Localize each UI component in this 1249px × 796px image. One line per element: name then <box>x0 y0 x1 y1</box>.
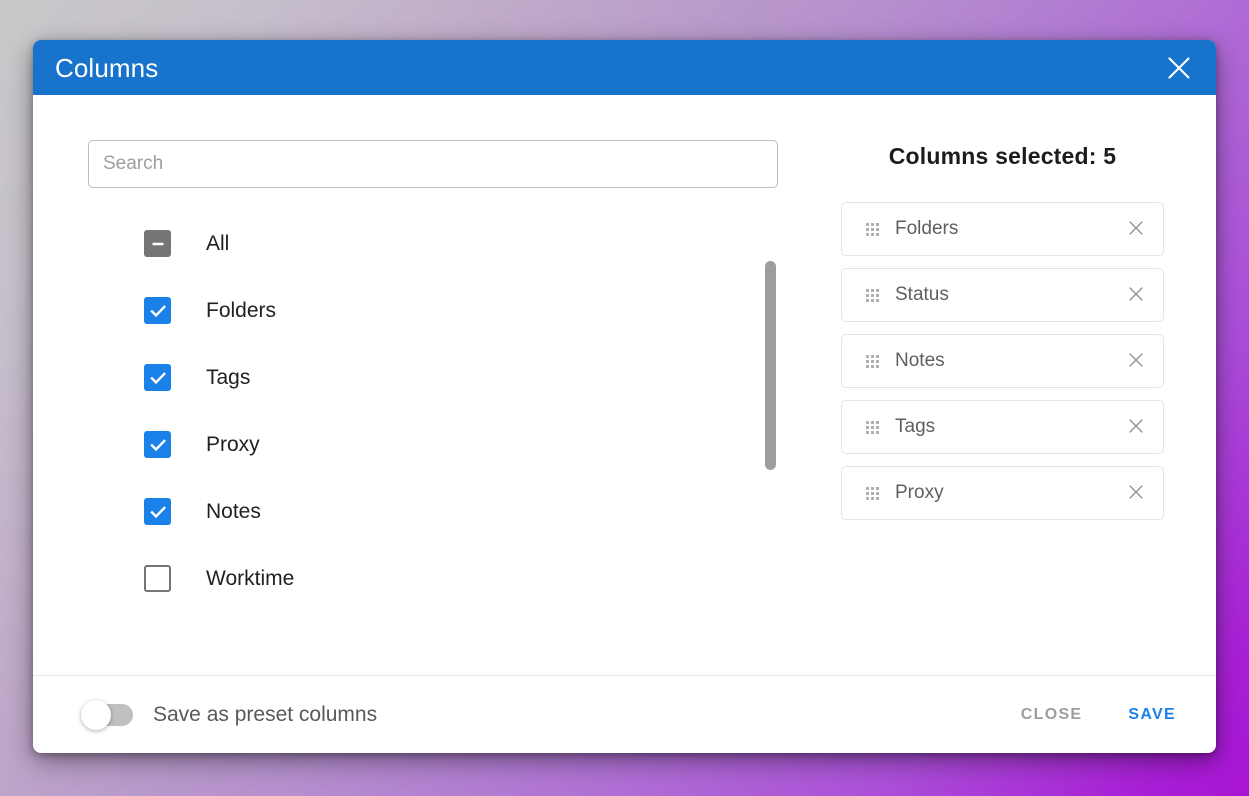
drag-handle-icon[interactable] <box>866 420 879 434</box>
checkbox-row-proxy[interactable]: Proxy <box>88 411 788 478</box>
save-button[interactable]: SAVE <box>1122 698 1182 732</box>
checkbox-checked-icon[interactable] <box>144 498 171 525</box>
preset-columns-toggle-label: Save as preset columns <box>153 702 378 726</box>
chip-label: Notes <box>895 350 945 371</box>
remove-column-button[interactable] <box>1123 414 1149 440</box>
chip-label: Tags <box>895 416 936 437</box>
close-icon <box>1127 417 1145 438</box>
scrollbar-thumb[interactable] <box>765 261 776 470</box>
drag-handle-icon[interactable] <box>866 288 879 302</box>
toggle-knob <box>81 699 111 730</box>
checkbox-checked-icon[interactable] <box>144 431 171 458</box>
close-icon <box>1127 285 1145 306</box>
dialog-header: Columns <box>33 40 1216 95</box>
selected-count-title: Columns selected: 5 <box>888 143 1117 169</box>
checkbox-label: Folders <box>206 298 277 322</box>
selected-columns-pane: Columns selected: 5 Folders Status Notes… <box>793 95 1216 675</box>
selected-column-chip[interactable]: Status <box>841 268 1164 322</box>
checkbox-row-worktime[interactable]: Worktime <box>88 545 788 612</box>
close-icon <box>1127 351 1145 372</box>
checkbox-row-notes[interactable]: Notes <box>88 478 788 545</box>
drag-handle-icon[interactable] <box>866 354 879 368</box>
close-icon <box>1127 483 1145 504</box>
close-icon <box>1127 219 1145 240</box>
remove-column-button[interactable] <box>1123 348 1149 374</box>
checkbox-indeterminate-icon[interactable] <box>144 230 171 257</box>
selected-column-chip[interactable]: Folders <box>841 202 1164 256</box>
columns-selection-pane: All Folders Tags <box>33 95 793 675</box>
remove-column-button[interactable] <box>1123 480 1149 506</box>
drag-handle-icon[interactable] <box>866 486 879 500</box>
remove-column-button[interactable] <box>1123 282 1149 308</box>
checkbox-label: Notes <box>206 499 261 523</box>
close-button[interactable]: CLOSE <box>1015 698 1089 732</box>
dialog-body: All Folders Tags <box>33 95 1216 675</box>
dialog-footer: Save as preset columns CLOSE SAVE <box>33 675 1216 753</box>
column-checkbox-list: All Folders Tags Proxy Notes Worktime <box>88 210 788 612</box>
checkbox-unchecked-icon[interactable] <box>144 565 171 592</box>
drag-handle-icon[interactable] <box>866 222 879 236</box>
selected-columns-list: Folders Status Notes Tags Proxy <box>841 202 1164 520</box>
search-field-wrapper <box>88 140 778 188</box>
checkbox-row-all[interactable]: All <box>88 210 788 277</box>
checkbox-row-folders[interactable]: Folders <box>88 277 788 344</box>
checkbox-checked-icon[interactable] <box>144 297 171 324</box>
close-icon <box>1166 55 1192 81</box>
checkbox-label: Tags <box>206 365 251 389</box>
preset-columns-toggle[interactable]: Save as preset columns <box>81 699 378 730</box>
toggle-track[interactable] <box>81 699 133 730</box>
chip-label: Proxy <box>895 482 944 503</box>
checkbox-label: Proxy <box>206 432 260 456</box>
selected-column-chip[interactable]: Proxy <box>841 466 1164 520</box>
chip-label: Status <box>895 284 949 305</box>
selected-column-chip[interactable]: Tags <box>841 400 1164 454</box>
checkbox-label: All <box>206 231 230 255</box>
checkbox-label: Worktime <box>206 566 295 590</box>
dialog-title: Columns <box>55 52 159 83</box>
close-dialog-button[interactable] <box>1162 51 1196 85</box>
remove-column-button[interactable] <box>1123 216 1149 242</box>
checkbox-row-tags[interactable]: Tags <box>88 344 788 411</box>
list-scrollbar[interactable] <box>763 261 777 514</box>
chip-label: Folders <box>895 218 959 239</box>
columns-dialog: Columns All <box>33 40 1216 753</box>
footer-actions: CLOSE SAVE <box>1015 698 1190 732</box>
checkbox-checked-icon[interactable] <box>144 364 171 391</box>
search-input[interactable] <box>88 140 778 188</box>
selected-column-chip[interactable]: Notes <box>841 334 1164 388</box>
